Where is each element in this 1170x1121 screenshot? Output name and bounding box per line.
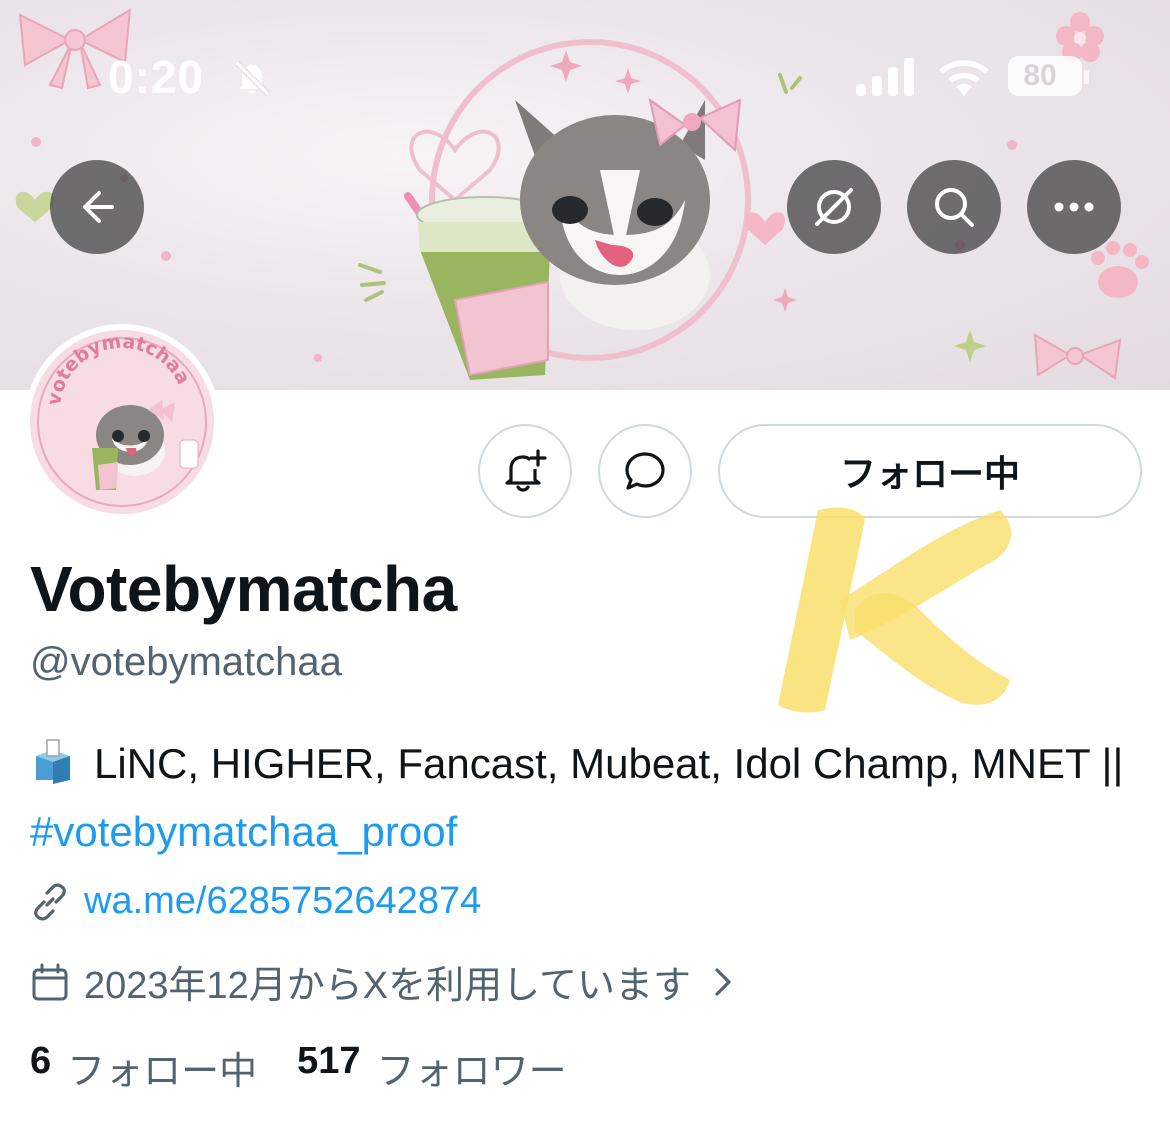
display-name: Votebymatcha [30, 553, 457, 625]
k-watermark [778, 507, 1012, 713]
profile-link-row: wa.me/6285752642874 [30, 880, 481, 923]
bio-text: LiNC, HIGHER, Fancast, Mubeat, Idol Cham… [94, 740, 1124, 787]
chat-bubble-icon [625, 452, 665, 490]
followers-label: フォロワー [376, 1051, 567, 1093]
back-button[interactable] [50, 160, 144, 254]
avatar-image: votebymatchaa [30, 330, 214, 514]
following-count-link[interactable]: 6 フォロー中 [30, 1040, 257, 1095]
more-button[interactable] [1027, 160, 1121, 254]
calendar-icon [32, 963, 68, 1000]
cellular-signal-icon [856, 58, 916, 103]
chevron-right-icon [715, 967, 731, 996]
bio-hashtag-link[interactable]: #votebymatchaa_proof [30, 808, 457, 855]
join-date: 2023年12月からXを利用しています [84, 965, 692, 1007]
more-icon [1054, 202, 1094, 212]
bell-plus-icon [505, 449, 547, 492]
grok-icon [815, 188, 853, 226]
following-label: フォロー中 [67, 1051, 258, 1093]
status-time: 0:20 [108, 51, 205, 103]
followers-count-link[interactable]: 517 フォロワー [297, 1040, 566, 1095]
status-bar: 0:20 80 [0, 0, 1170, 150]
search-button[interactable] [907, 160, 1001, 254]
message-button[interactable] [598, 424, 692, 518]
battery-level: 80 [1023, 59, 1057, 92]
ballot-box-icon [30, 738, 76, 801]
profile-link[interactable]: wa.me/6285752642874 [84, 880, 481, 923]
profile-bio: LiNC, HIGHER, Fancast, Mubeat, Idol Cham… [30, 733, 1130, 863]
wifi-icon [936, 56, 992, 103]
user-handle: @votebymatchaa [30, 640, 342, 684]
grok-button[interactable] [787, 160, 881, 254]
follow-counts: 6 フォロー中 517 フォロワー [30, 1040, 607, 1095]
followers-count: 517 [297, 1040, 361, 1082]
bell-off-icon [232, 58, 272, 103]
following-count: 6 [30, 1040, 52, 1082]
link-icon [34, 883, 66, 920]
arrow-left-icon [83, 191, 114, 223]
avatar-artwork: votebymatchaa [30, 330, 214, 514]
battery-tip [1084, 70, 1089, 84]
battery-indicator: 80 [1008, 56, 1082, 96]
join-date-row[interactable]: 2023年12月からXを利用しています [30, 954, 751, 1009]
avatar[interactable]: votebymatchaa [24, 324, 220, 520]
search-icon [935, 188, 974, 227]
notification-subscribe-button[interactable] [478, 424, 572, 518]
